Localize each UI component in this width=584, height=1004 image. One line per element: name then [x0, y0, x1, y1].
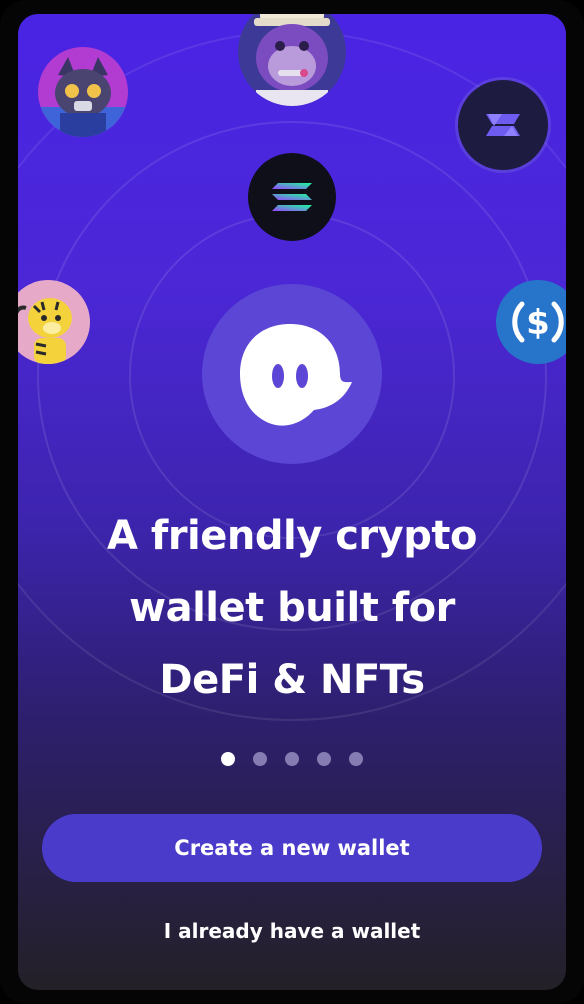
solana-icon: [248, 153, 336, 241]
carousel-dot-4[interactable]: [317, 752, 331, 766]
carousel-pagination: [18, 752, 566, 766]
create-wallet-button[interactable]: Create a new wallet: [42, 814, 542, 882]
onboarding-screen: $ A friendly crypto wallet built for DeF…: [18, 14, 566, 990]
headline-line-2: wallet built for: [129, 585, 455, 631]
headline-line-3: DeFi & NFTs: [159, 657, 425, 703]
carousel-dot-3[interactable]: [285, 752, 299, 766]
carousel-dot-2[interactable]: [253, 752, 267, 766]
onboarding-headline: A friendly crypto wallet built for DeFi …: [18, 500, 566, 716]
ghost-logo-icon: [202, 284, 382, 464]
cat-nft-avatar: [38, 47, 128, 137]
carousel-dot-1[interactable]: [221, 752, 235, 766]
serum-icon: [458, 80, 548, 170]
carousel-dot-5[interactable]: [349, 752, 363, 766]
svg-text:$: $: [526, 303, 550, 343]
existing-wallet-link[interactable]: I already have a wallet: [18, 914, 566, 948]
headline-line-1: A friendly crypto: [107, 513, 477, 559]
device-frame: $ A friendly crypto wallet built for DeF…: [0, 0, 584, 1004]
